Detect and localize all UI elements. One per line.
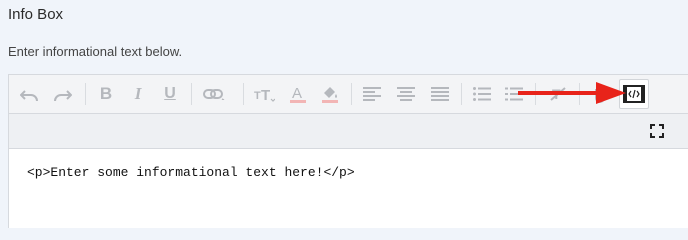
toolbar-separator xyxy=(243,83,244,105)
underline-icon[interactable]: U xyxy=(157,81,183,107)
italic-icon[interactable]: I xyxy=(125,81,151,107)
section-description: Enter informational text below. xyxy=(8,44,183,59)
svg-text:A: A xyxy=(292,85,302,102)
toolbar-separator xyxy=(191,83,192,105)
editor-subbar xyxy=(9,114,688,149)
section-title: Info Box xyxy=(8,6,64,23)
svg-text:T: T xyxy=(254,90,261,102)
bullet-list-icon[interactable] xyxy=(469,81,495,107)
annotation-arrow xyxy=(518,82,626,104)
toolbar-separator xyxy=(461,83,462,105)
highlight-color-icon[interactable] xyxy=(317,81,343,107)
redo-icon[interactable] xyxy=(49,81,75,107)
toolbar-separator xyxy=(85,83,86,105)
bold-icon[interactable]: B xyxy=(93,81,119,107)
align-justify-icon[interactable] xyxy=(427,81,453,107)
code-view-content[interactable]: <p>Enter some informational text here!</… xyxy=(27,165,355,180)
align-center-icon[interactable] xyxy=(393,81,419,107)
svg-text:T: T xyxy=(261,87,270,102)
undo-icon[interactable] xyxy=(17,81,43,107)
font-color-icon[interactable]: A xyxy=(285,81,311,107)
text-size-icon[interactable]: TT xyxy=(251,81,277,107)
align-left-icon[interactable] xyxy=(359,81,385,107)
fullscreen-icon[interactable] xyxy=(650,124,664,138)
link-icon[interactable] xyxy=(201,81,227,107)
toolbar-separator xyxy=(351,83,352,105)
